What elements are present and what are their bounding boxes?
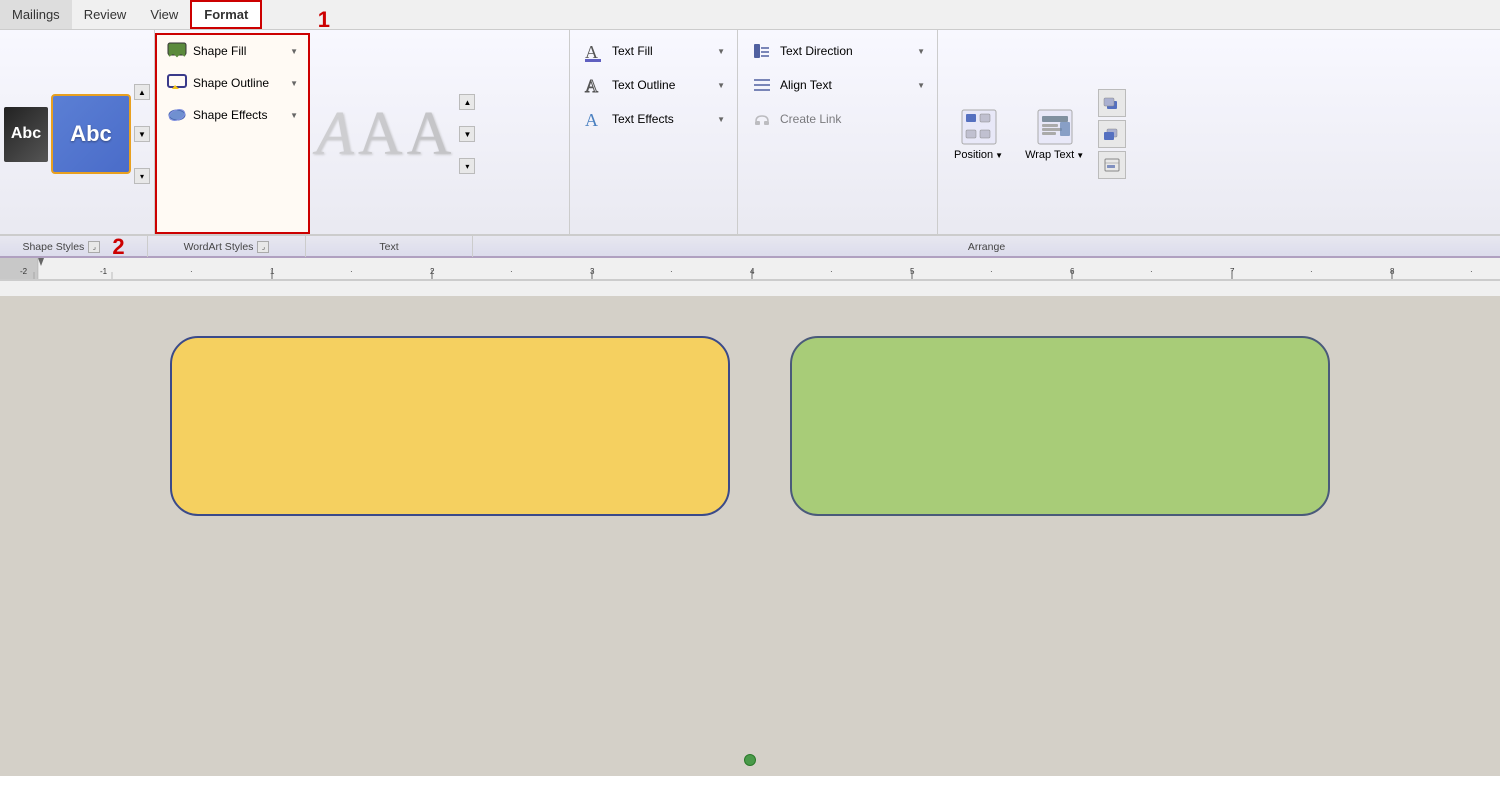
text-direction-icon (750, 39, 774, 63)
abc-blue-preview[interactable]: Abc (51, 94, 131, 174)
text-fill-icon: A (582, 39, 606, 63)
menu-mailings[interactable]: Mailings (0, 0, 72, 29)
shape-outline-btn[interactable]: Shape Outline ▼ (161, 67, 304, 99)
wordart-scroll-expand[interactable]: ▾ (459, 158, 475, 174)
shape-effects-arrow: ▼ (290, 111, 298, 120)
ribbon-content: Abc Abc ▲ ▼ ▾ 1 (0, 30, 1500, 234)
align-text-btn[interactable]: Align Text ▼ (746, 68, 929, 102)
create-link-btn[interactable]: Create Link (746, 102, 929, 136)
create-link-label: Create Link (780, 112, 841, 126)
svg-text:·: · (830, 267, 833, 276)
yellow-shape[interactable] (170, 336, 730, 516)
bring-forward-btn[interactable] (1098, 89, 1126, 117)
horizontal-scrollbar[interactable] (0, 280, 1500, 296)
svg-text:-1: -1 (100, 267, 108, 276)
wrap-text-btn[interactable]: Wrap Text ▼ (1017, 103, 1092, 165)
ribbon: Abc Abc ▲ ▼ ▾ 1 (0, 30, 1500, 258)
text-direction-label: Text Direction (780, 44, 853, 58)
green-shape[interactable] (790, 336, 1330, 516)
shape-effects-btn[interactable]: Shape Effects ▼ (161, 99, 304, 131)
menu-bar: Mailings Review View Format (0, 0, 1500, 30)
scroll-up-arrow[interactable]: ▲ (134, 84, 150, 100)
scroll-down-arrow[interactable]: ▼ (134, 126, 150, 142)
wordart-styles-title: WordArt Styles ⌟ (148, 235, 306, 257)
svg-text:A: A (585, 76, 598, 96)
shape-fill-btn[interactable]: Shape Fill ▼ (161, 35, 304, 67)
shape-outline-label: Shape Outline (193, 76, 269, 90)
text-effects-label: Text Effects (612, 112, 674, 126)
align-text-label: Align Text (780, 78, 832, 92)
text-outline-btn[interactable]: A Text Outline ▼ (578, 68, 729, 102)
text-outline-label: Text Outline (612, 78, 675, 92)
shape-styles-title: Shape Styles ⌟ 2 (0, 235, 148, 257)
selection-pane-btn[interactable] (1098, 151, 1126, 179)
shape-fill-arrow: ▼ (290, 47, 298, 56)
wordart-letters: A A A ▲ ▼ ▾ (316, 34, 563, 234)
wrap-text-label: Wrap Text (1025, 149, 1074, 161)
svg-text:-2: -2 (20, 267, 28, 276)
text-fill-arrow: ▼ (717, 47, 725, 56)
text-effects-btn[interactable]: A Text Effects ▼ (578, 102, 729, 136)
wordart-scroll-down[interactable]: ▼ (459, 126, 475, 142)
align-text-arrow: ▼ (917, 81, 925, 90)
wrap-text-arrow: ▼ (1076, 151, 1084, 160)
text-effects-icon: A (582, 107, 606, 131)
arrange-group-title: Arrange (473, 235, 1500, 257)
wordart-letter-3[interactable]: A (407, 103, 452, 165)
wordart-expand[interactable]: ⌟ (257, 241, 269, 253)
text-outline-icon: A (582, 73, 606, 97)
shape-effects-label: Shape Effects (193, 108, 268, 122)
ribbon-label-row: Shape Styles ⌟ 2 WordArt Styles ⌟ Text A… (0, 234, 1500, 256)
shape-styles-expand[interactable]: ⌟ (88, 241, 100, 253)
canvas-area (0, 296, 1500, 776)
shape-scroll-arrows: ▲ ▼ ▾ (134, 84, 150, 184)
wordart-letter-2[interactable]: A (358, 103, 403, 165)
svg-text:A: A (585, 110, 598, 130)
text-effects-arrow: ▼ (717, 115, 725, 124)
shape-outline-icon (167, 73, 187, 93)
position-dropdown-arrow: ▼ (995, 151, 1003, 160)
svg-text:·: · (1310, 267, 1313, 276)
menu-view[interactable]: View (138, 0, 190, 29)
svg-text:·: · (190, 267, 193, 276)
menu-review[interactable]: Review (72, 0, 139, 29)
wordart-scroll-up[interactable]: ▲ (459, 94, 475, 110)
svg-text:·: · (990, 267, 993, 276)
svg-text:·: · (1150, 267, 1153, 276)
scroll-expand-arrow[interactable]: ▾ (134, 168, 150, 184)
send-backward-btn[interactable] (1098, 120, 1126, 148)
shape-effects-icon (167, 105, 187, 125)
ruler: -2 -1 · 1 · 2 · 3 · 4 · 5 · 6 · 7 · (0, 258, 1500, 280)
menu-format[interactable]: Format (190, 0, 262, 29)
svg-text:·: · (1470, 267, 1473, 276)
svg-text:·: · (510, 267, 513, 276)
shape-fill-icon (167, 41, 187, 61)
text-direction-btn[interactable]: Text Direction ▼ (746, 34, 929, 68)
shape-fill-label: Shape Fill (193, 44, 246, 58)
position-label: Position (954, 149, 993, 161)
position-icon (959, 107, 999, 147)
abc-black-label: Abc (11, 125, 41, 143)
text-outline-arrow: ▼ (717, 81, 725, 90)
text-group-title: Text (306, 235, 473, 257)
abc-black-preview: Abc (4, 107, 48, 162)
shape-outline-arrow: ▼ (290, 79, 298, 88)
connector-dot (744, 754, 756, 766)
text-direction-arrow: ▼ (917, 47, 925, 56)
create-link-icon (750, 107, 774, 131)
annotation-1: 1 (318, 7, 330, 33)
align-text-icon (750, 73, 774, 97)
annotation-2: 2 (112, 234, 124, 260)
text-fill-btn[interactable]: A Text Fill ▼ (578, 34, 729, 68)
svg-text:·: · (350, 267, 353, 276)
text-fill-label: Text Fill (612, 44, 653, 58)
position-btn[interactable]: Position ▼ (946, 103, 1011, 165)
wordart-letter-1[interactable]: A (316, 103, 354, 165)
wrap-text-icon (1035, 107, 1075, 147)
abc-blue-label: Abc (70, 121, 112, 147)
svg-text:·: · (670, 267, 673, 276)
